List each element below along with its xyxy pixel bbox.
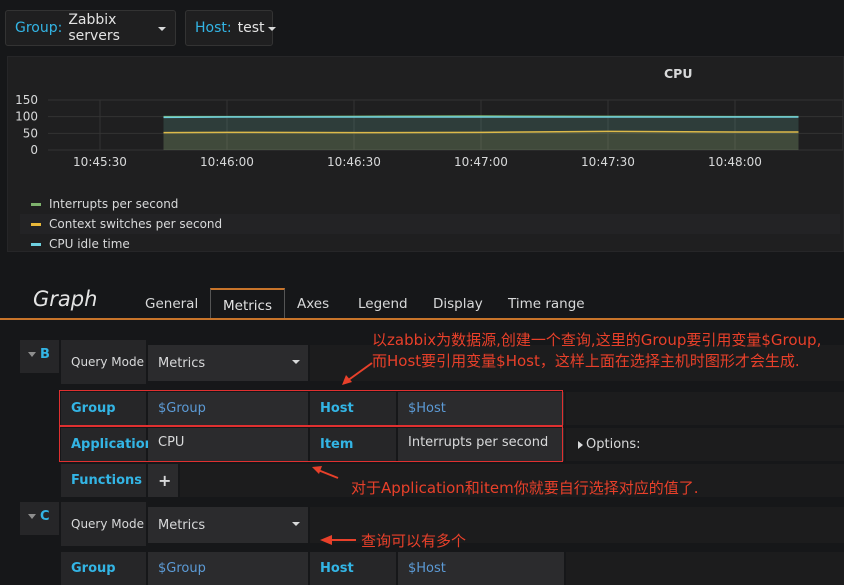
arrow-line-1 <box>346 362 373 382</box>
arrow-head-icon <box>342 375 352 385</box>
annotation-arrows <box>312 362 373 545</box>
arrow-head-icon <box>312 466 322 474</box>
arrow-line-2 <box>317 469 339 479</box>
arrow-head-icon <box>320 535 332 545</box>
